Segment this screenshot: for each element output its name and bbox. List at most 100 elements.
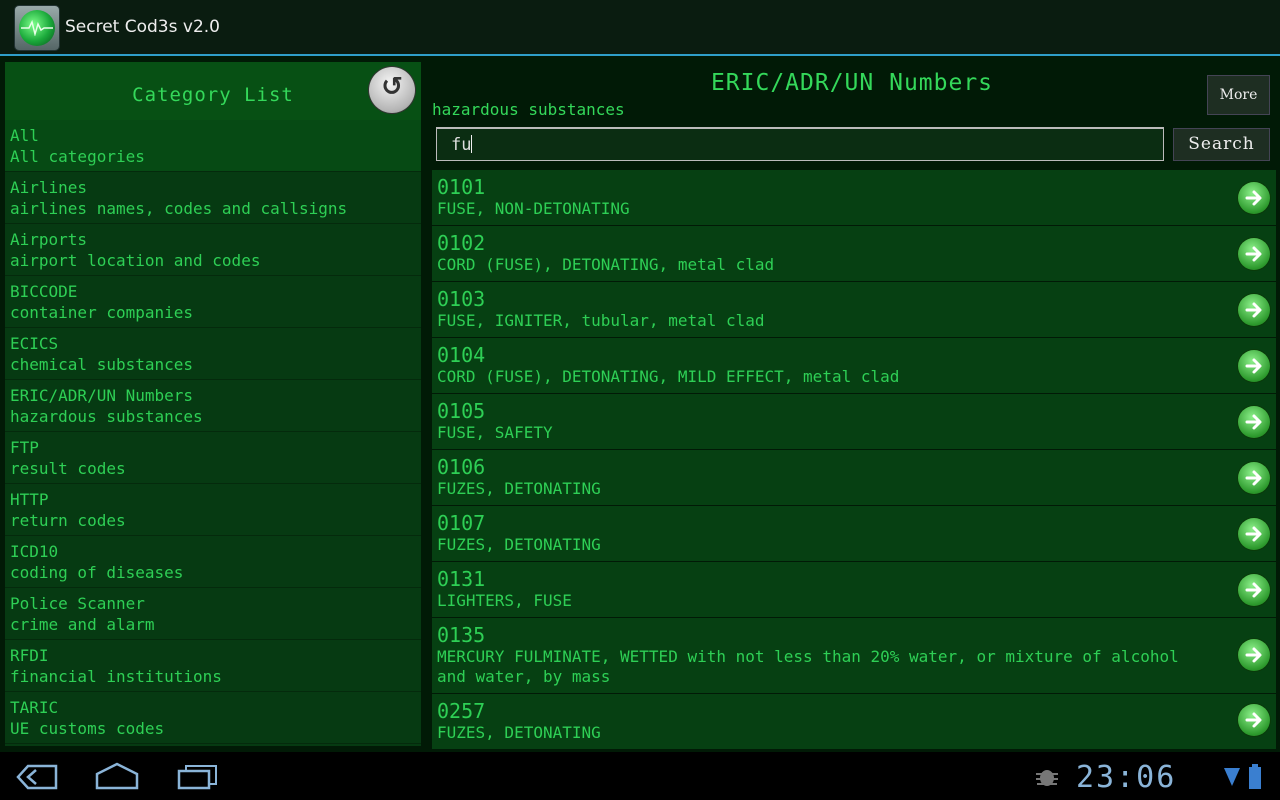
result-row[interactable]: 0103 FUSE, IGNITER, tubular, metal clad	[432, 282, 1276, 338]
category-item-ecics[interactable]: ECICS chemical substances	[5, 328, 421, 380]
back-icon[interactable]	[16, 764, 60, 790]
result-code: 0102	[437, 231, 486, 255]
category-item-eric-adr-un[interactable]: ERIC/ADR/UN Numbers hazardous substances	[5, 380, 421, 432]
arrow-right-icon[interactable]	[1238, 182, 1270, 214]
category-name: ECICS	[10, 334, 59, 353]
action-bar: Secret Cod3s v2.0	[0, 0, 1280, 56]
result-code: 0135	[437, 623, 486, 647]
category-item-airlines[interactable]: Airlines airlines names, codes and calls…	[5, 172, 421, 224]
category-name: All	[10, 126, 39, 145]
category-name: Airlines	[10, 178, 88, 197]
category-item-icd10[interactable]: ICD10 coding of diseases	[5, 536, 421, 588]
app-radar-icon[interactable]	[15, 6, 59, 50]
category-desc: chemical substances	[10, 355, 194, 374]
current-category-subtitle: hazardous substances	[432, 100, 625, 119]
arrow-right-icon[interactable]	[1238, 639, 1270, 671]
arrow-right-icon[interactable]	[1238, 350, 1270, 382]
result-desc: LIGHTERS, FUSE	[437, 591, 572, 610]
text-caret	[471, 135, 473, 153]
arrow-right-icon[interactable]	[1238, 294, 1270, 326]
category-desc: airlines names, codes and callsigns	[10, 199, 348, 218]
category-panel: Category List ↺ All All categories Airli…	[5, 62, 421, 746]
refresh-button[interactable]: ↺	[369, 67, 415, 113]
category-name: Police Scanner	[10, 594, 145, 613]
home-icon[interactable]	[94, 762, 140, 790]
result-desc: CORD (FUSE), DETONATING, MILD EFFECT, me…	[437, 367, 900, 386]
result-row[interactable]: 0135 MERCURY FULMINATE, WETTED with not …	[432, 618, 1276, 694]
search-input-value: fu	[451, 135, 472, 155]
result-row[interactable]: 0101 FUSE, NON-DETONATING	[432, 170, 1276, 226]
result-row[interactable]: 0104 CORD (FUSE), DETONATING, MILD EFFEC…	[432, 338, 1276, 394]
result-desc: FUZES, DETONATING	[437, 535, 601, 554]
category-name: Airports	[10, 230, 88, 249]
category-list-title: Category List	[132, 84, 294, 106]
result-code: 0131	[437, 567, 486, 591]
battery-icon	[1249, 764, 1261, 789]
category-item-ftp[interactable]: FTP result codes	[5, 432, 421, 484]
result-desc: MERCURY FULMINATE, WETTED with not less …	[437, 647, 1179, 686]
result-row[interactable]: 0131 LIGHTERS, FUSE	[432, 562, 1276, 618]
result-code: 0105	[437, 399, 486, 423]
category-item-biccode[interactable]: BICCODE container companies	[5, 276, 421, 328]
result-code: 0106	[437, 455, 486, 479]
arrow-right-icon[interactable]	[1238, 574, 1270, 606]
result-desc: FUSE, NON-DETONATING	[437, 199, 630, 218]
arrow-right-icon[interactable]	[1238, 518, 1270, 550]
clock: 23:06	[1076, 760, 1177, 795]
category-name: HTTP	[10, 490, 49, 509]
result-row[interactable]: 0105 FUSE, SAFETY	[432, 394, 1276, 450]
category-name: ICD10	[10, 542, 59, 561]
category-desc: UE customs codes	[10, 719, 165, 738]
refresh-icon: ↺	[381, 72, 403, 102]
arrow-right-icon[interactable]	[1238, 462, 1270, 494]
category-item-all[interactable]: All All categories	[5, 120, 421, 172]
category-item-police-scanner[interactable]: Police Scanner crime and alarm	[5, 588, 421, 640]
arrow-right-icon[interactable]	[1238, 238, 1270, 270]
category-desc: All categories	[10, 147, 145, 166]
results-list: 0101 FUSE, NON-DETONATING 0102 CORD (FUS…	[432, 170, 1276, 750]
result-desc: FUZES, DETONATING	[437, 479, 601, 498]
category-desc: hazardous substances	[10, 407, 203, 426]
category-desc: financial institutions	[10, 667, 222, 686]
category-name: BICCODE	[10, 282, 78, 301]
result-row[interactable]: 0257 FUZES, DETONATING	[432, 694, 1276, 750]
more-button[interactable]: More	[1207, 75, 1270, 115]
main-area: Category List ↺ All All categories Airli…	[0, 56, 1280, 752]
arrow-right-icon[interactable]	[1238, 406, 1270, 438]
category-name: TARIC	[10, 698, 59, 717]
category-desc: return codes	[10, 511, 126, 530]
search-button[interactable]: Search	[1173, 128, 1270, 161]
category-desc: coding of diseases	[10, 563, 184, 582]
results-panel: ERIC/ADR/UN Numbers hazardous substances…	[428, 62, 1280, 752]
category-desc: result codes	[10, 459, 126, 478]
category-item-taric[interactable]: TARIC UE customs codes	[5, 692, 421, 744]
category-item-http[interactable]: HTTP return codes	[5, 484, 421, 536]
result-row[interactable]: 0106 FUZES, DETONATING	[432, 450, 1276, 506]
result-code: 0107	[437, 511, 486, 535]
current-category-title: ERIC/ADR/UN Numbers	[710, 70, 994, 96]
result-code: 0104	[437, 343, 486, 367]
category-item-rfdi[interactable]: RFDI financial institutions	[5, 640, 421, 692]
android-debug-icon	[1036, 770, 1058, 786]
result-row[interactable]: 0102 CORD (FUSE), DETONATING, metal clad	[432, 226, 1276, 282]
category-name: RFDI	[10, 646, 49, 665]
result-desc: FUSE, SAFETY	[437, 423, 553, 442]
category-list: All All categories Airlines airlines nam…	[5, 120, 421, 744]
app-title: Secret Cod3s v2.0	[65, 17, 220, 37]
category-name: ERIC/ADR/UN Numbers	[10, 386, 194, 405]
result-desc: FUZES, DETONATING	[437, 723, 601, 742]
result-row[interactable]: 0107 FUZES, DETONATING	[432, 506, 1276, 562]
wifi-icon	[1224, 768, 1240, 786]
result-desc: FUSE, IGNITER, tubular, metal clad	[437, 311, 765, 330]
result-code: 0103	[437, 287, 486, 311]
system-nav-bar: 23:06	[0, 752, 1280, 800]
arrow-right-icon[interactable]	[1238, 704, 1270, 736]
category-name: FTP	[10, 438, 39, 457]
category-item-airports[interactable]: Airports airport location and codes	[5, 224, 421, 276]
category-desc: crime and alarm	[10, 615, 155, 634]
category-desc: airport location and codes	[10, 251, 261, 270]
result-code: 0101	[437, 175, 486, 199]
recent-apps-icon[interactable]	[176, 764, 218, 790]
result-code: 0257	[437, 699, 486, 723]
search-input[interactable]: fu	[436, 127, 1164, 161]
